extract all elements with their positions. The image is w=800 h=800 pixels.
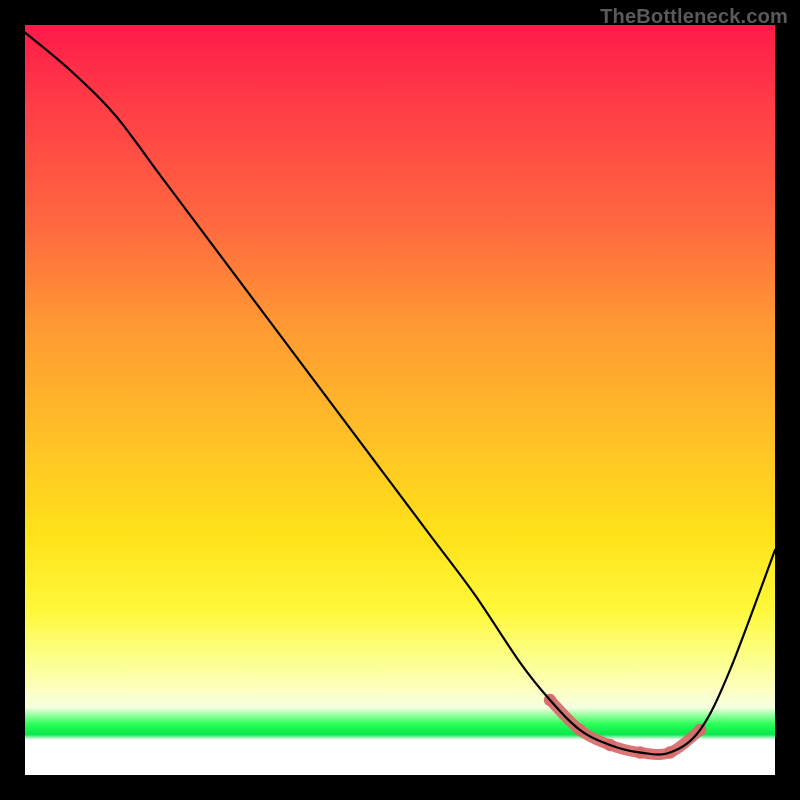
optimal-zone-line bbox=[550, 700, 700, 755]
chart-svg bbox=[25, 25, 775, 775]
bottleneck-curve-line bbox=[25, 33, 775, 755]
chart-frame: TheBottleneck.com bbox=[0, 0, 800, 800]
plot-area bbox=[25, 25, 775, 775]
watermark-text: TheBottleneck.com bbox=[600, 6, 788, 29]
